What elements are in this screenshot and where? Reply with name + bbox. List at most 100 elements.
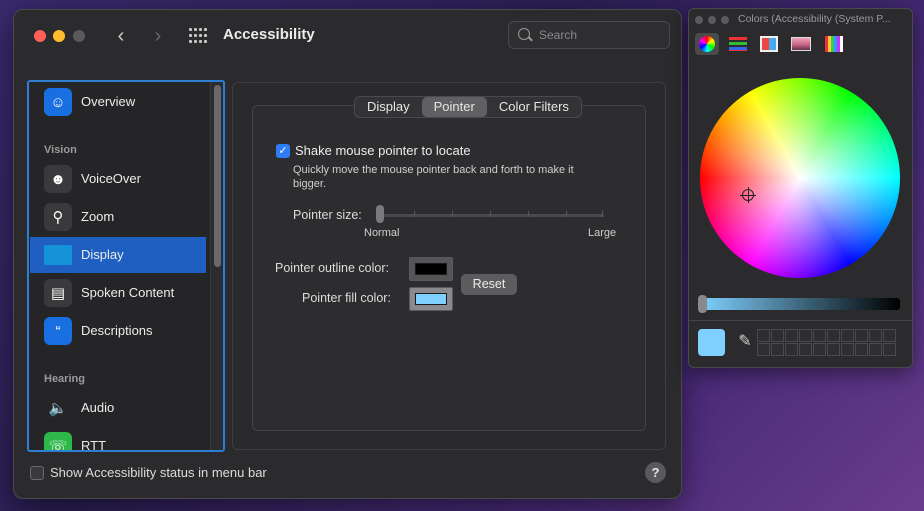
color-wheel-mode-button[interactable]	[695, 33, 719, 55]
color-wheel[interactable]	[700, 78, 900, 278]
tab-pointer[interactable]: Pointer	[421, 97, 487, 117]
swatch-slot[interactable]	[771, 343, 784, 356]
swatch-slot[interactable]	[883, 343, 896, 356]
close-window-button[interactable]	[34, 30, 46, 42]
pointer-size-slider-knob[interactable]	[376, 205, 384, 223]
shake-pointer-description: Quickly move the mouse pointer back and …	[293, 164, 574, 190]
sidebar-item-label: VoiceOver	[81, 171, 141, 186]
sidebar-item-spoken-content[interactable]: ▤ Spoken Content	[30, 275, 206, 311]
swatch-slot[interactable]	[855, 329, 868, 342]
sidebar[interactable]: ☺ Overview Vision ☻ VoiceOver ⚲ Zoom Dis…	[27, 80, 225, 452]
swatch-slot[interactable]	[869, 343, 882, 356]
content-pane: Display Pointer Color Filters ✓ Shake mo…	[232, 82, 666, 450]
pointer-size-slider[interactable]	[378, 214, 604, 217]
color-wheel-icon	[699, 36, 715, 52]
slider-tick	[452, 211, 453, 217]
sidebar-scrollbar[interactable]	[210, 82, 223, 450]
pointer-fill-color-well[interactable]	[409, 287, 453, 311]
swatch-slot[interactable]	[869, 329, 882, 342]
show-status-checkbox[interactable]	[30, 466, 44, 480]
help-button[interactable]: ?	[645, 462, 666, 483]
swatch-slot[interactable]	[757, 329, 770, 342]
colors-zoom-button[interactable]	[721, 16, 729, 24]
slider-tick	[602, 211, 603, 217]
sidebar-item-voiceover[interactable]: ☻ VoiceOver	[30, 161, 206, 197]
color-palettes-mode-button[interactable]	[757, 33, 781, 55]
slider-tick	[528, 211, 529, 217]
sidebar-item-label: Overview	[81, 94, 136, 109]
colors-panel-title: Colors (Accessibility (System P...	[738, 13, 891, 25]
swatch-slot[interactable]	[785, 343, 798, 356]
back-chevron-icon[interactable]: ‹	[110, 24, 132, 48]
forward-chevron-icon[interactable]: ›	[147, 24, 169, 48]
shake-pointer-label: Shake mouse pointer to locate	[295, 143, 471, 158]
tab-display[interactable]: Display	[355, 97, 422, 117]
sidebar-item-audio[interactable]: 🔈 Audio	[30, 390, 206, 426]
image-palettes-icon	[791, 37, 811, 51]
swatch-slot[interactable]	[757, 343, 770, 356]
pointer-settings-box: Display Pointer Color Filters ✓ Shake mo…	[252, 96, 646, 431]
sidebar-item-display[interactable]: Display	[30, 237, 206, 273]
accessibility-window: ‹ › Accessibility Search ☺ Overview Visi…	[13, 9, 682, 499]
brightness-slider-knob[interactable]	[698, 295, 707, 313]
current-color-well[interactable]	[698, 329, 725, 356]
shake-pointer-checkbox[interactable]: ✓	[276, 144, 290, 158]
sidebar-item-label: Display	[81, 247, 124, 262]
color-sliders-mode-button[interactable]	[726, 33, 750, 55]
swatch-slot[interactable]	[855, 343, 868, 356]
pencils-mode-button[interactable]	[822, 33, 846, 55]
sidebar-item-label: Zoom	[81, 209, 115, 224]
colors-panel: Colors (Accessibility (System P... ✎	[688, 8, 913, 368]
swatch-slot[interactable]	[799, 343, 812, 356]
swatch-slot[interactable]	[813, 329, 826, 342]
pointer-outline-color-well[interactable]	[409, 257, 453, 281]
scrollbar-thumb[interactable]	[214, 85, 221, 267]
swatch-slot[interactable]	[827, 343, 840, 356]
tab-color-filters[interactable]: Color Filters	[487, 97, 581, 117]
brightness-slider[interactable]	[701, 298, 900, 310]
eyedropper-icon[interactable]: ✎	[734, 331, 756, 353]
pointer-size-label: Pointer size:	[293, 208, 362, 222]
color-wheel-crosshair-icon[interactable]	[740, 187, 756, 203]
descriptions-icon: “	[44, 317, 72, 345]
sidebar-item-descriptions[interactable]: “ Descriptions	[30, 313, 206, 349]
swatch-slot[interactable]	[785, 329, 798, 342]
swatch-slot[interactable]	[813, 343, 826, 356]
swatch-slot[interactable]	[827, 329, 840, 342]
sidebar-item-label: Audio	[81, 400, 115, 415]
sidebar-heading-hearing: Hearing	[44, 373, 85, 385]
sidebar-item-overview[interactable]: ☺ Overview	[30, 84, 206, 120]
swatch-slot[interactable]	[771, 329, 784, 342]
sidebar-item-zoom[interactable]: ⚲ Zoom	[30, 199, 206, 235]
show-status-label: Show Accessibility status in menu bar	[50, 465, 267, 480]
search-input[interactable]: Search	[508, 21, 670, 49]
sidebar-item-rtt[interactable]: ☏ RTT	[30, 428, 206, 452]
image-palettes-mode-button[interactable]	[789, 33, 813, 55]
rtt-icon: ☏	[44, 432, 72, 450]
swatch-slot[interactable]	[883, 329, 896, 342]
swatch-slot[interactable]	[841, 329, 854, 342]
reset-button[interactable]: Reset	[461, 274, 517, 295]
colors-close-button[interactable]	[695, 16, 703, 24]
window-title: Accessibility	[223, 26, 315, 43]
show-all-grid-icon[interactable]	[189, 28, 207, 44]
display-icon	[44, 245, 72, 265]
pointer-size-min-label: Normal	[364, 227, 400, 239]
zoom-icon: ⚲	[44, 203, 72, 231]
slider-tick	[490, 211, 491, 217]
search-placeholder: Search	[539, 28, 578, 42]
minimize-window-button[interactable]	[53, 30, 65, 42]
slider-tick	[566, 211, 567, 217]
pointer-outline-color-label: Pointer outline color:	[275, 261, 389, 275]
colors-minimize-button[interactable]	[708, 16, 716, 24]
swatch-slot[interactable]	[799, 329, 812, 342]
pointer-fill-color-label: Pointer fill color:	[302, 291, 391, 305]
colors-mode-toolbar	[689, 29, 912, 59]
color-sliders-icon	[729, 37, 747, 51]
swatch-slot[interactable]	[841, 343, 854, 356]
color-palettes-icon	[760, 36, 778, 52]
slider-tick	[414, 211, 415, 217]
zoom-window-button[interactable]	[73, 30, 85, 42]
title-bar: ‹ › Accessibility Search	[14, 10, 681, 62]
sidebar-item-label: RTT	[81, 438, 107, 452]
